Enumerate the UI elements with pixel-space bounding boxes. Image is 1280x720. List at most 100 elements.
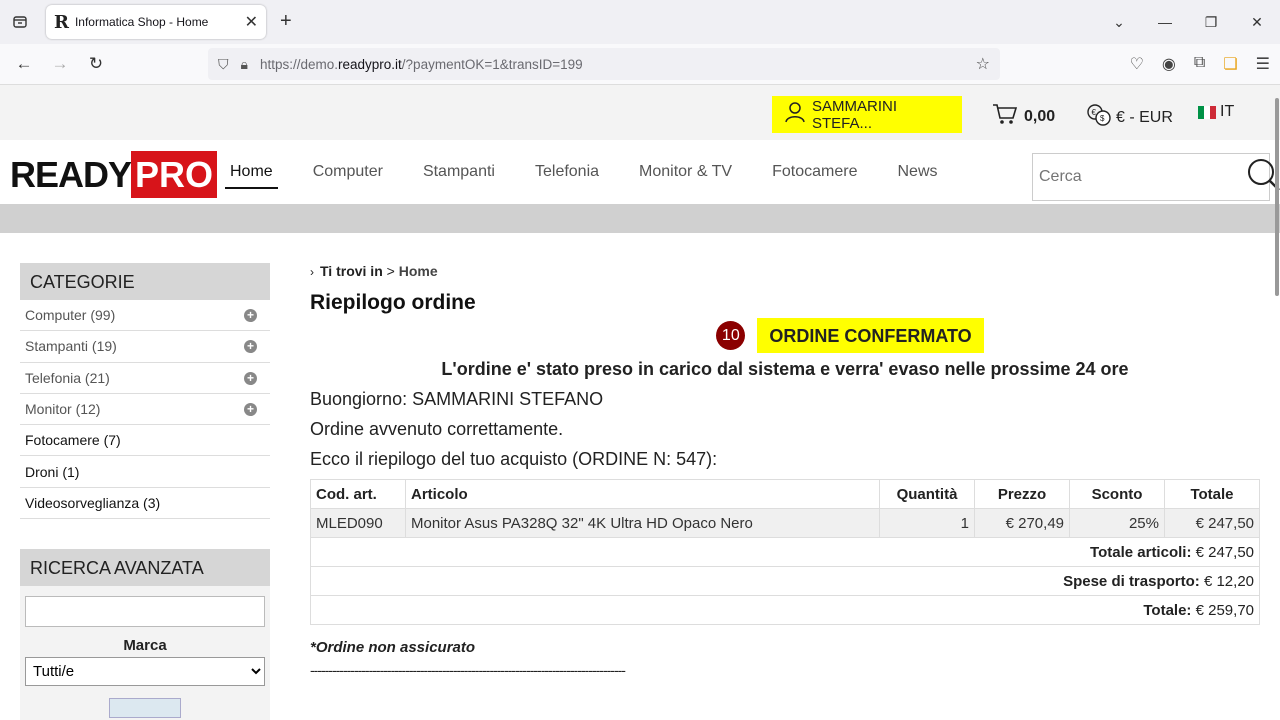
categories-panel: CATEGORIE Computer (99) + Stampanti (19) +… bbox=[20, 263, 270, 520]
tab-close-icon[interactable]: ✕ bbox=[245, 12, 258, 32]
page-title: Riepilogo ordine bbox=[310, 291, 476, 314]
sidebar-item-droni[interactable]: Droni (1) bbox=[20, 456, 270, 488]
advanced-search-submit-button[interactable] bbox=[109, 698, 181, 718]
column-header-quantity: Quantità bbox=[879, 479, 975, 509]
sidebar-item-fotocamere[interactable]: Fotocamere (7) bbox=[20, 425, 270, 457]
grand-total-cell: Totale: € 259,70 bbox=[310, 595, 1260, 625]
sidebar-item-stampanti[interactable]: Stampanti (19) + bbox=[20, 331, 270, 363]
svg-text:$: $ bbox=[1100, 114, 1105, 123]
reload-icon[interactable]: ↻ bbox=[78, 54, 114, 74]
grand-total-value: € 259,70 bbox=[1195, 601, 1254, 619]
order-ok-text: Ordine avvenuto correttamente. bbox=[310, 419, 564, 439]
expand-plus-icon[interactable]: + bbox=[244, 340, 257, 354]
main-navigation: READY PRO Home Computer Stampanti Telefo… bbox=[0, 140, 1280, 204]
expand-plus-icon[interactable]: + bbox=[244, 371, 257, 385]
window-close-icon[interactable]: ✕ bbox=[1234, 14, 1280, 31]
tab-list-icon[interactable] bbox=[0, 0, 40, 44]
user-account-button[interactable]: SAMMARINI STEFA... bbox=[772, 96, 962, 133]
menu-item-home[interactable]: Home bbox=[225, 163, 278, 189]
greeting-text: Buongiorno: SAMMARINI STEFANO bbox=[310, 389, 604, 409]
expand-plus-icon[interactable]: + bbox=[244, 402, 257, 416]
column-header-total: Totale bbox=[1164, 479, 1260, 509]
dashed-separator: ----------------------------------------… bbox=[310, 662, 626, 678]
scrollbar-thumb[interactable] bbox=[1275, 98, 1279, 296]
breadcrumb-prefix: Ti trovi in bbox=[320, 263, 383, 279]
grey-divider-bar bbox=[0, 204, 1280, 233]
url-text[interactable]: https://demo.readypro.it/?paymentOK=1&tr… bbox=[260, 57, 976, 72]
account-icon[interactable]: ◉ bbox=[1162, 54, 1176, 74]
tracking-shield-icon[interactable]: ⛉ bbox=[218, 56, 229, 73]
sidebar-item-label: Fotocamere (7) bbox=[25, 432, 121, 449]
url-bar[interactable]: ⛉ 🔒︎ https://demo.readypro.it/?paymentOK… bbox=[208, 48, 1000, 80]
multi-account-icon[interactable]: ❏ bbox=[1223, 54, 1237, 74]
shipping-value: € 12,20 bbox=[1203, 572, 1254, 590]
sidebar-item-label: Computer (99) bbox=[25, 307, 116, 324]
lock-icon[interactable]: 🔒︎ bbox=[241, 56, 248, 73]
cart-button[interactable]: 0,00 bbox=[992, 103, 1055, 131]
categories-title: CATEGORIE bbox=[20, 263, 270, 300]
menu-item-fotocamere[interactable]: Fotocamere bbox=[772, 163, 857, 181]
browser-tab-active[interactable]: R Informatica Shop - Home ✕ bbox=[46, 5, 266, 39]
shipping-cell: Spese di trasporto: € 12,20 bbox=[310, 566, 1260, 596]
minimize-icon[interactable]: — bbox=[1142, 14, 1188, 30]
column-header-discount: Sconto bbox=[1069, 479, 1165, 509]
user-icon bbox=[784, 101, 806, 128]
sidebar-item-monitor[interactable]: Monitor (12) + bbox=[20, 394, 270, 426]
bookmark-star-icon[interactable]: ☆ bbox=[976, 54, 990, 74]
readypro-logo[interactable]: READY PRO bbox=[10, 151, 218, 198]
restore-icon[interactable]: ❐ bbox=[1188, 14, 1234, 31]
cell-article[interactable]: Monitor Asus PA328Q 32" 4K Ultra HD Opac… bbox=[405, 508, 880, 538]
subtotal-label: Totale articoli: bbox=[1090, 543, 1192, 561]
order-summary-text: Ecco il riepilogo del tuo acquisto (ORDI… bbox=[310, 449, 718, 469]
table-row: MLED090 Monitor Asus PA328Q 32" 4K Ultra… bbox=[310, 508, 1260, 538]
menu-item-news[interactable]: News bbox=[897, 163, 937, 181]
window-controls: ⌄ — ❐ ✕ bbox=[1096, 0, 1280, 44]
subtotal-cell: Totale articoli: € 247,50 bbox=[310, 537, 1260, 567]
sidebar-item-telefonia[interactable]: Telefonia (21) + bbox=[20, 363, 270, 394]
insurance-note: *Ordine non assicurato bbox=[310, 639, 476, 656]
cell-discount: 25% bbox=[1069, 508, 1165, 538]
site-favicon-icon: R bbox=[54, 11, 69, 33]
app-menu-icon[interactable]: ☰ bbox=[1256, 54, 1270, 74]
logo-pro-text: PRO bbox=[131, 151, 218, 198]
new-tab-icon[interactable]: + bbox=[280, 10, 292, 33]
user-name-label: SAMMARINI STEFA... bbox=[812, 97, 898, 132]
shipping-label: Spese di trasporto: bbox=[1063, 572, 1200, 590]
cart-total: 0,00 bbox=[1024, 108, 1056, 125]
advanced-search-panel: RICERCA AVANZATA Marca Tutti/e bbox=[20, 549, 270, 720]
language-label: IT bbox=[1220, 103, 1235, 120]
shipping-row: Spese di trasporto: € 12,20 bbox=[310, 566, 1260, 596]
menu-item-monitor-tv[interactable]: Monitor & TV bbox=[639, 163, 732, 181]
pocket-icon[interactable]: ♡ bbox=[1130, 54, 1144, 74]
sidebar-item-videosorveglianza[interactable]: Videosorveglianza (3) bbox=[20, 488, 270, 520]
column-header-price: Prezzo bbox=[974, 479, 1070, 509]
advanced-search-title: RICERCA AVANZATA bbox=[20, 549, 270, 586]
currency-label: € - EUR bbox=[1116, 108, 1173, 126]
column-header-code: Cod. art. bbox=[310, 479, 406, 509]
currency-icon: € $ bbox=[1086, 103, 1112, 132]
browser-toolbar-right: ♡ ◉ ⧉ ❏ ☰ bbox=[1130, 54, 1270, 74]
currency-selector[interactable]: € $ € - EUR bbox=[1086, 103, 1173, 132]
brand-select[interactable]: Tutti/e bbox=[25, 657, 265, 686]
menu-item-stampanti[interactable]: Stampanti bbox=[423, 163, 495, 181]
breadcrumb-current[interactable]: Home bbox=[399, 263, 438, 279]
italy-flag-icon bbox=[1198, 105, 1216, 119]
language-selector[interactable]: IT bbox=[1198, 103, 1234, 121]
sidebar-item-computer[interactable]: Computer (99) + bbox=[20, 300, 270, 332]
advanced-search-input[interactable] bbox=[25, 596, 265, 627]
search-input[interactable] bbox=[1039, 168, 1246, 186]
menu-bar: Home Computer Stampanti Telefonia Monito… bbox=[225, 140, 958, 204]
forward-arrow-icon[interactable]: → bbox=[42, 54, 78, 74]
sidebar-item-label: Telefonia (21) bbox=[25, 369, 110, 386]
brand-label: Marca bbox=[123, 637, 167, 654]
subtotal-value: € 247,50 bbox=[1195, 543, 1254, 561]
extensions-icon[interactable]: ⧉ bbox=[1194, 54, 1205, 74]
menu-item-computer[interactable]: Computer bbox=[313, 163, 383, 181]
site-topbar: SAMMARINI STEFA... 0,00 € $ € - EUR IT bbox=[0, 85, 1280, 140]
page-scrollbar[interactable] bbox=[1272, 96, 1280, 720]
processing-message: L'ordine e' stato preso in carico dal si… bbox=[441, 359, 1129, 379]
expand-plus-icon[interactable]: + bbox=[244, 309, 257, 322]
tab-overflow-chevron-icon[interactable]: ⌄ bbox=[1096, 14, 1142, 31]
menu-item-telefonia[interactable]: Telefonia bbox=[535, 163, 599, 181]
back-arrow-icon[interactable]: ← bbox=[6, 54, 42, 74]
